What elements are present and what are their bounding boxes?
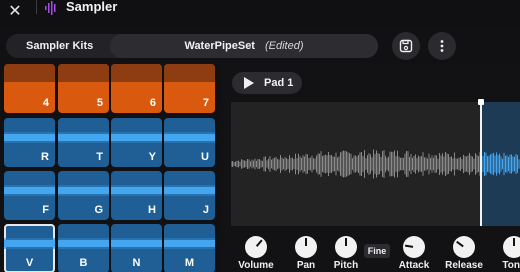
- pad-waveform: [4, 240, 55, 247]
- pad-waveform: [4, 187, 55, 194]
- pad-label: 7: [202, 97, 209, 109]
- knob-label-volume: Volume: [238, 260, 274, 271]
- pad-waveform: [111, 187, 162, 194]
- pad-label: 6: [149, 97, 156, 109]
- pad-waveform: [58, 187, 109, 194]
- pad-label: Y: [148, 151, 156, 163]
- pad-v[interactable]: V: [4, 224, 55, 272]
- pad-label: 5: [96, 97, 103, 109]
- pad-waveform: [111, 64, 162, 82]
- pad-label: G: [94, 204, 103, 216]
- knob-label-pan: Pan: [296, 260, 316, 271]
- pad-4[interactable]: 4: [4, 64, 55, 113]
- pad-r[interactable]: R: [4, 118, 55, 167]
- pad-name: Pad 1: [264, 77, 294, 89]
- pad-waveform: [58, 240, 109, 247]
- knob-indicator: [404, 244, 414, 248]
- close-icon[interactable]: ✕: [6, 2, 24, 20]
- pad-waveform: [164, 134, 215, 141]
- start-marker-handle[interactable]: [478, 99, 484, 105]
- kit-name-display: WaterPipeSet (Edited): [110, 38, 378, 54]
- pad-grid: 4 5 6 7 R T Y U F G H J V B N M: [0, 64, 222, 272]
- pad-y[interactable]: Y: [111, 118, 162, 167]
- pad-label: V: [25, 257, 34, 269]
- pad-label: 4: [42, 97, 49, 109]
- save-button[interactable]: [392, 32, 420, 60]
- pad-h[interactable]: H: [111, 171, 162, 220]
- pad-6[interactable]: 6: [111, 64, 162, 113]
- pad-j[interactable]: J: [164, 171, 215, 220]
- sampler-logo-icon: [45, 1, 56, 15]
- knob-tone[interactable]: [503, 236, 520, 258]
- pad-waveform: [58, 134, 109, 141]
- more-options-button[interactable]: [428, 32, 456, 60]
- pad-waveform: [111, 240, 162, 247]
- pad-waveform: [111, 134, 162, 141]
- pad-waveform: [164, 187, 215, 194]
- kit-name: WaterPipeSet: [184, 40, 255, 52]
- play-icon[interactable]: [244, 77, 254, 89]
- sampler-kits-label[interactable]: Sampler Kits: [26, 38, 93, 54]
- title-divider: [36, 0, 37, 14]
- knob-indicator: [513, 238, 515, 246]
- save-icon: [399, 39, 413, 53]
- knob-attack[interactable]: [403, 236, 425, 258]
- pad-5[interactable]: 5: [58, 64, 109, 113]
- pad-label: M: [184, 257, 195, 269]
- pad-n[interactable]: N: [111, 224, 162, 272]
- pad-label: B: [79, 257, 88, 269]
- pad-label: U: [201, 151, 209, 163]
- pad-g[interactable]: G: [58, 171, 109, 220]
- pad-label: H: [148, 204, 156, 216]
- pad-m[interactable]: M: [164, 224, 215, 272]
- pad-7[interactable]: 7: [164, 64, 215, 113]
- knob-indicator: [255, 239, 263, 247]
- knob-label-release: Release: [445, 260, 483, 271]
- knob-pan[interactable]: [295, 236, 317, 258]
- pad-u[interactable]: U: [164, 118, 215, 167]
- pad-waveform: [4, 64, 55, 82]
- knob-volume[interactable]: [245, 236, 267, 258]
- pad-waveform: [58, 64, 109, 82]
- knob-label-pitch: Pitch: [333, 260, 359, 271]
- knob-pitch[interactable]: [335, 236, 357, 258]
- waveform: [231, 149, 520, 179]
- pad-b[interactable]: B: [58, 224, 109, 272]
- app-title: Sampler: [66, 0, 118, 14]
- pad-label: T: [96, 151, 103, 163]
- knob-indicator: [456, 240, 464, 248]
- pad-label: F: [42, 204, 49, 216]
- knob-label-tone: Tone: [502, 260, 520, 271]
- pad-waveform: [164, 240, 215, 247]
- pad-f[interactable]: F: [4, 171, 55, 220]
- kit-status: (Edited): [264, 40, 304, 52]
- fine-toggle[interactable]: Fine: [364, 244, 390, 258]
- knob-indicator: [305, 238, 307, 246]
- pad-label: N: [132, 257, 141, 269]
- more-vertical-icon: [440, 40, 444, 52]
- knob-label-attack: Attack: [398, 260, 430, 271]
- pad-waveform: [4, 134, 55, 141]
- knob-release[interactable]: [453, 236, 475, 258]
- start-marker-line[interactable]: [480, 102, 482, 226]
- pad-t[interactable]: T: [58, 118, 109, 167]
- pad-waveform: [164, 64, 215, 82]
- pad-label: R: [41, 151, 49, 163]
- pad-label: J: [202, 204, 209, 216]
- knob-indicator: [345, 238, 347, 246]
